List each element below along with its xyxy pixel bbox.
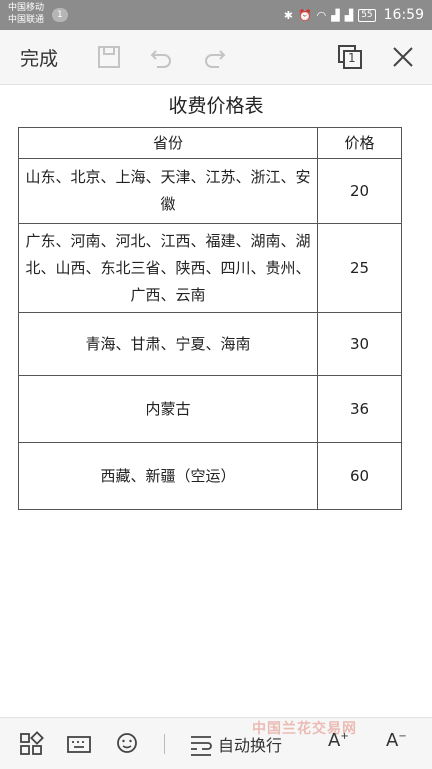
table-row: 青海、甘肃、宁夏、海南 30 <box>18 312 402 376</box>
font-increase-button[interactable]: A+ <box>328 730 349 751</box>
page-switch-number: 1 <box>348 51 356 65</box>
table-row: 内蒙古 36 <box>18 375 402 443</box>
status-icons: ✱ ⏰ ◠ ▟ ▟ 55 16:59 <box>284 7 424 23</box>
save-icon[interactable] <box>95 43 123 71</box>
province-cell: 西藏、新疆（空运） <box>18 442 318 510</box>
wifi-icon: ◠ <box>316 8 327 22</box>
table-row: 广东、河南、河北、江西、福建、湖南、湖北、山西、东北三省、陕西、四川、贵州、广西… <box>18 223 402 313</box>
undo-icon[interactable] <box>147 43 175 71</box>
price-cell: 60 <box>317 442 402 510</box>
carrier-2: 中国联通 <box>8 15 45 25</box>
close-icon[interactable] <box>389 43 417 71</box>
price-table: 省份 价格 山东、北京、上海、天津、江苏、浙江、安徽 20 广东、河南、河北、江… <box>18 127 402 510</box>
font-decrease-label: A <box>386 730 399 751</box>
clock: 16:59 <box>383 7 424 23</box>
signal-icon: ▟ <box>331 8 340 22</box>
price-cell: 36 <box>317 375 402 443</box>
table-header-row: 省份 价格 <box>18 127 402 159</box>
column-header-price: 价格 <box>317 127 402 159</box>
price-cell: 25 <box>317 223 402 313</box>
apps-grid-icon[interactable] <box>18 731 44 757</box>
province-cell: 青海、甘肃、宁夏、海南 <box>18 312 318 376</box>
status-bar: 中国移动 中国联通 1 ✱ ⏰ ◠ ▟ ▟ 55 16:59 <box>0 0 432 30</box>
price-cell: 30 <box>317 312 402 376</box>
text-wrap-icon[interactable] <box>188 731 214 757</box>
province-cell: 山东、北京、上海、天津、江苏、浙江、安徽 <box>18 158 318 224</box>
page-switch-icon[interactable]: 1 <box>336 43 364 71</box>
notification-badge: 1 <box>52 8 68 22</box>
font-decrease-button[interactable]: A− <box>386 730 407 751</box>
table-row: 西藏、新疆（空运） 60 <box>18 442 402 510</box>
carrier-info: 中国移动 中国联通 <box>8 2 44 26</box>
province-cell: 内蒙古 <box>18 375 318 443</box>
province-cell: 广东、河南、河北、江西、福建、湖南、湖北、山西、东北三省、陕西、四川、贵州、广西… <box>18 223 318 313</box>
font-increase-label: A <box>328 730 341 751</box>
battery-icon: 55 <box>358 8 376 22</box>
signal-icon: ▟ <box>344 8 354 22</box>
table-row: 山东、北京、上海、天津、江苏、浙江、安徽 20 <box>18 158 402 224</box>
bottom-toolbar: 中国兰花交易网 自动换行 A+ A− <box>0 717 432 769</box>
toolbar-divider <box>164 734 165 754</box>
emoji-icon[interactable] <box>114 731 140 757</box>
bluetooth-icon: ✱ <box>283 8 293 22</box>
carrier-1: 中国移动 <box>8 3 45 13</box>
document-area[interactable]: 收费价格表 省份 价格 山东、北京、上海、天津、江苏、浙江、安徽 20 广东、河… <box>0 85 432 717</box>
price-cell: 20 <box>317 158 402 224</box>
document-title: 收费价格表 <box>168 95 264 117</box>
column-header-province: 省份 <box>18 127 318 159</box>
auto-wrap-button[interactable]: 自动换行 <box>218 732 282 756</box>
done-button[interactable]: 完成 <box>20 44 58 71</box>
alarm-icon: ⏰ <box>297 8 312 22</box>
keyboard-icon[interactable] <box>66 731 92 757</box>
redo-icon[interactable] <box>201 43 229 71</box>
editor-toolbar: 完成 1 <box>0 30 432 85</box>
